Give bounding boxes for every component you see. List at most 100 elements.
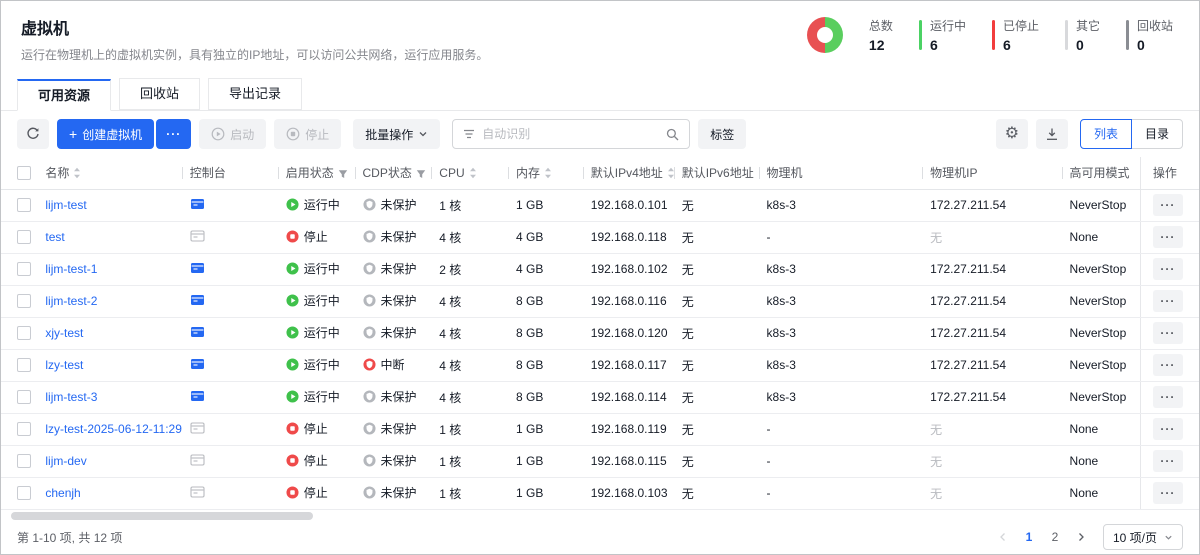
power-status-icon bbox=[286, 294, 299, 307]
ha-mode-value: NeverStop bbox=[1070, 390, 1127, 404]
toolbar: + 创建虚拟机 ··· 启动 停止 批量操作 标签 ⚙ bbox=[1, 111, 1199, 157]
tag-button[interactable]: 标签 bbox=[698, 119, 746, 149]
start-button[interactable]: 启动 bbox=[199, 119, 266, 149]
horizontal-scrollbar-thumb[interactable] bbox=[11, 512, 313, 520]
previous-page-button[interactable] bbox=[993, 526, 1013, 548]
batch-actions-button[interactable]: 批量操作 bbox=[353, 119, 440, 149]
next-page-button[interactable] bbox=[1071, 526, 1091, 548]
tab-0[interactable]: 可用资源 bbox=[17, 79, 111, 111]
column-header-0[interactable]: 名称 bbox=[37, 157, 181, 189]
row-checkbox[interactable] bbox=[17, 422, 31, 436]
vm-name-link[interactable]: lijm-test-1 bbox=[45, 262, 97, 276]
console-icon[interactable] bbox=[190, 328, 205, 342]
row-checkbox[interactable] bbox=[17, 486, 31, 500]
table-row: lijm-test-2 运行中 未保护 4 核 8 GB 192.168.0.1… bbox=[1, 285, 1199, 317]
power-status-icon bbox=[286, 422, 299, 435]
column-header-6[interactable]: 默认IPv4地址 bbox=[583, 157, 674, 189]
console-icon[interactable] bbox=[190, 200, 205, 214]
tab-1[interactable]: 回收站 bbox=[119, 78, 200, 110]
column-header-3[interactable]: CDP状态 bbox=[355, 157, 432, 189]
search-input[interactable] bbox=[482, 127, 659, 141]
ipv6-value: 无 bbox=[682, 295, 694, 309]
stop-button[interactable]: 停止 bbox=[274, 119, 341, 149]
row-checkbox[interactable] bbox=[17, 326, 31, 340]
console-icon[interactable] bbox=[190, 456, 205, 470]
select-all-checkbox[interactable] bbox=[17, 166, 31, 180]
row-actions-button[interactable]: ··· bbox=[1153, 258, 1183, 280]
row-checkbox[interactable] bbox=[17, 358, 31, 372]
search-box bbox=[452, 119, 690, 149]
vm-name-link[interactable]: lijm-test-3 bbox=[45, 390, 97, 404]
vm-name-link[interactable]: test bbox=[45, 230, 64, 244]
console-icon[interactable] bbox=[190, 296, 205, 310]
export-button[interactable] bbox=[1036, 119, 1068, 149]
vm-name-link[interactable]: lzy-test bbox=[45, 358, 83, 372]
row-checkbox[interactable] bbox=[17, 294, 31, 308]
cdp-status-badge: 未保护 bbox=[363, 196, 417, 213]
pagination-pages: 12 bbox=[1019, 526, 1065, 548]
ha-mode-value: NeverStop bbox=[1070, 198, 1127, 212]
vm-name-link[interactable]: lijm-dev bbox=[45, 454, 86, 468]
host-link[interactable]: k8s-3 bbox=[767, 198, 796, 212]
view-list-button[interactable]: 列表 bbox=[1080, 119, 1132, 149]
create-more-button[interactable]: ··· bbox=[156, 119, 191, 149]
row-actions-button[interactable]: ··· bbox=[1153, 354, 1183, 376]
host-link[interactable]: k8s-3 bbox=[767, 262, 796, 276]
host-link[interactable]: k8s-3 bbox=[767, 390, 796, 404]
ipv6-value: 无 bbox=[682, 423, 694, 437]
row-actions-button[interactable]: ··· bbox=[1153, 194, 1183, 216]
vm-name-link[interactable]: lijm-test-2 bbox=[45, 294, 97, 308]
row-actions-button[interactable]: ··· bbox=[1153, 322, 1183, 344]
console-icon[interactable] bbox=[190, 360, 205, 374]
memory-value: 8 GB bbox=[516, 294, 543, 308]
cdp-status-badge: 未保护 bbox=[363, 324, 417, 341]
row-checkbox[interactable] bbox=[17, 390, 31, 404]
column-settings-button[interactable]: ⚙ bbox=[996, 119, 1028, 149]
search-icon[interactable] bbox=[666, 128, 679, 141]
row-actions-button[interactable]: ··· bbox=[1153, 386, 1183, 408]
power-status-label: 运行中 bbox=[304, 196, 340, 213]
console-icon[interactable] bbox=[190, 488, 205, 502]
column-header-4[interactable]: CPU bbox=[431, 157, 508, 189]
power-status-badge: 停止 bbox=[286, 452, 328, 469]
pagination: 12 10 项/页 bbox=[993, 524, 1183, 550]
tab-2[interactable]: 导出记录 bbox=[208, 78, 302, 110]
column-header-2[interactable]: 启用状态 bbox=[278, 157, 355, 189]
vm-name-link[interactable]: xjy-test bbox=[45, 326, 83, 340]
stat-label: 总数 bbox=[869, 17, 893, 34]
page-number-2[interactable]: 2 bbox=[1045, 526, 1065, 548]
vm-name-link[interactable]: chenjh bbox=[45, 486, 80, 500]
power-status-label: 停止 bbox=[304, 228, 328, 245]
console-icon[interactable] bbox=[190, 264, 205, 278]
page-size-select[interactable]: 10 项/页 bbox=[1103, 524, 1183, 550]
create-vm-button[interactable]: + 创建虚拟机 bbox=[57, 119, 154, 149]
row-actions-button[interactable]: ··· bbox=[1153, 290, 1183, 312]
console-icon[interactable] bbox=[190, 424, 205, 438]
row-actions-button[interactable]: ··· bbox=[1153, 482, 1183, 504]
console-icon[interactable] bbox=[190, 232, 205, 246]
refresh-button[interactable] bbox=[17, 119, 49, 149]
page-number-1[interactable]: 1 bbox=[1019, 526, 1039, 548]
row-checkbox[interactable] bbox=[17, 454, 31, 468]
column-header-5[interactable]: 内存 bbox=[508, 157, 583, 189]
row-checkbox[interactable] bbox=[17, 198, 31, 212]
stat-label: 其它 bbox=[1076, 17, 1100, 34]
vm-name-link[interactable]: lijm-test bbox=[45, 198, 86, 212]
power-status-badge: 运行中 bbox=[286, 324, 340, 341]
host-link: - bbox=[767, 230, 771, 244]
host-link[interactable]: k8s-3 bbox=[767, 358, 796, 372]
memory-value: 4 GB bbox=[516, 230, 543, 244]
row-actions-button[interactable]: ··· bbox=[1153, 418, 1183, 440]
vm-name-link[interactable]: lzy-test-2025-06-12-11:29:00 bbox=[45, 422, 181, 436]
play-circle-icon bbox=[211, 127, 225, 141]
host-link[interactable]: k8s-3 bbox=[767, 294, 796, 308]
row-checkbox[interactable] bbox=[17, 230, 31, 244]
host-link[interactable]: k8s-3 bbox=[767, 326, 796, 340]
view-catalog-button[interactable]: 目录 bbox=[1131, 119, 1183, 149]
console-icon[interactable] bbox=[190, 392, 205, 406]
row-actions-button[interactable]: ··· bbox=[1153, 450, 1183, 472]
row-actions-button[interactable]: ··· bbox=[1153, 226, 1183, 248]
power-status-label: 运行中 bbox=[304, 260, 340, 277]
ipv6-value: 无 bbox=[682, 487, 694, 501]
row-checkbox[interactable] bbox=[17, 262, 31, 276]
